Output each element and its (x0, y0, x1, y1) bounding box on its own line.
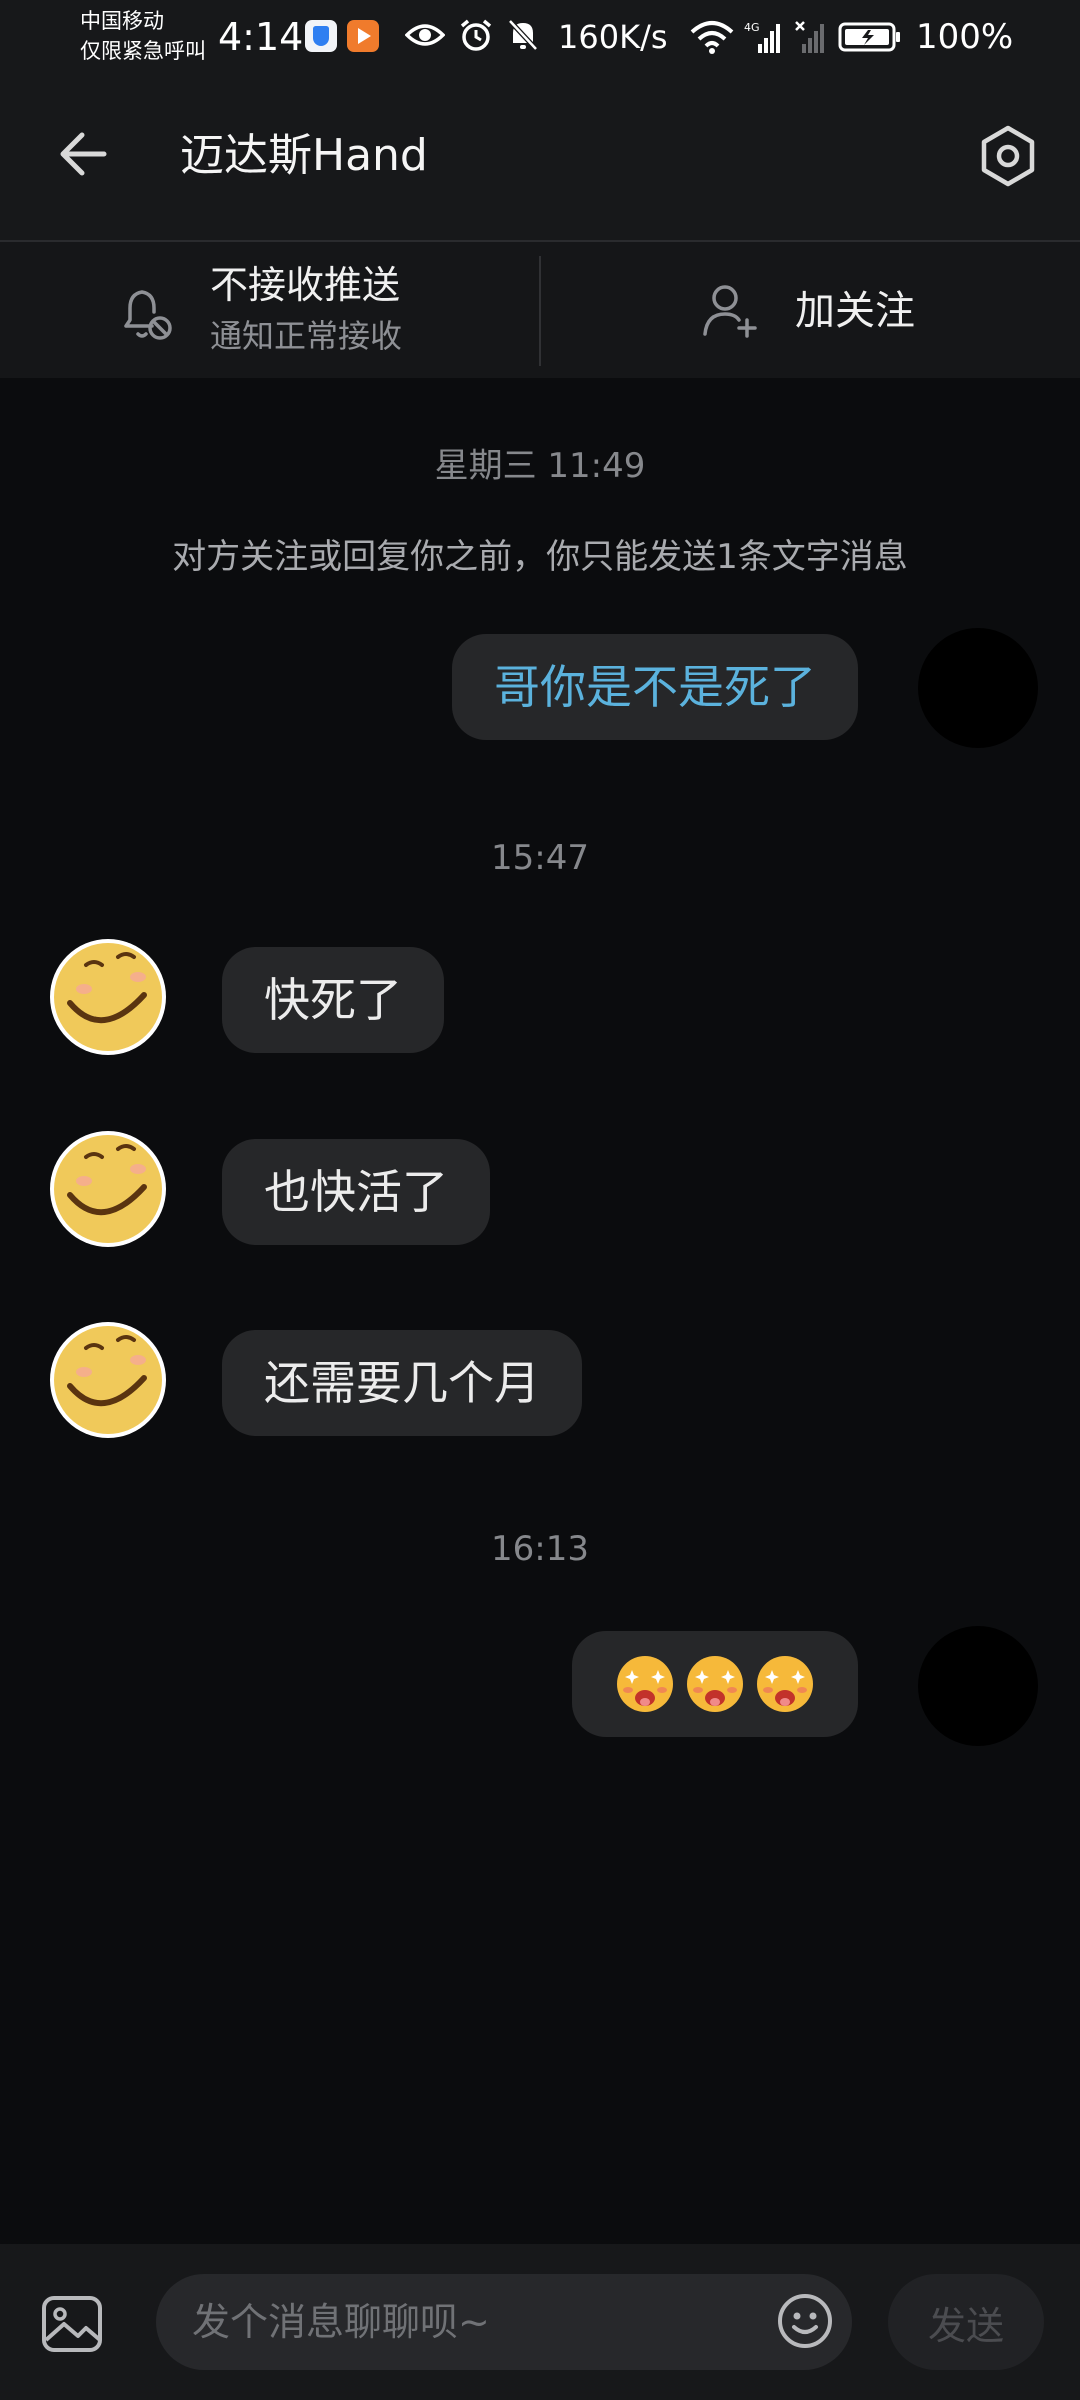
eye-icon (405, 24, 445, 46)
page-title: 迈达斯Hand (180, 130, 428, 181)
message-bubble-sent[interactable]: 哥你是不是死了 (452, 634, 858, 740)
status-icons (405, 10, 539, 60)
network-speed: 160K/s (558, 18, 668, 56)
messaging-limit-notice: 对方关注或回复你之前，你只能发送1条文字消息 (172, 537, 908, 577)
send-button[interactable]: 发送 (888, 2274, 1044, 2370)
alarm-icon (460, 19, 492, 51)
message-timestamp: 16:13 (491, 1529, 589, 1569)
bell-off-icon (124, 290, 172, 340)
contact-avatar[interactable] (48, 1129, 168, 1249)
emoji-message-bubble[interactable] (572, 1631, 858, 1737)
carrier-info: 中国移动 仅限紧急呼叫 (80, 6, 206, 66)
star-eyes-emoji (617, 1656, 673, 1712)
back-button[interactable] (54, 124, 114, 184)
connectivity-icons: 4G (690, 12, 902, 62)
my-avatar[interactable] (918, 1626, 1038, 1746)
follow-label: 加关注 (795, 288, 915, 334)
emergency-only-text: 仅限紧急呼叫 (80, 39, 206, 63)
my-avatar[interactable] (918, 628, 1038, 748)
follow-button[interactable]: 加关注 (541, 242, 1080, 378)
arrow-left-icon (60, 132, 107, 176)
hexagon-settings-icon (981, 125, 1035, 187)
emoji-button[interactable] (776, 2292, 834, 2350)
message-input[interactable] (156, 2274, 852, 2370)
status-bar: 中国移动 仅限紧急呼叫 4:14 160K/s 4G 100% (0, 0, 1080, 76)
video-app-icon (347, 20, 379, 52)
mute-bell-icon (508, 19, 538, 51)
star-eyes-emoji (687, 1656, 743, 1712)
push-setting-label: 不接收推送 (210, 263, 401, 307)
star-eyes-emoji (757, 1656, 813, 1712)
network-type-label: 4G (744, 21, 760, 34)
push-setting-subtitle: 通知正常接收 (210, 317, 403, 355)
battery-percentage: 100% (916, 17, 1014, 57)
battery-icon (838, 22, 900, 52)
smiley-icon (778, 2294, 832, 2348)
message-bubble-received[interactable]: 也快活了 (222, 1139, 490, 1245)
contact-avatar[interactable] (48, 1320, 168, 1440)
settings-button[interactable] (974, 122, 1042, 190)
clock: 4:14 (218, 15, 304, 59)
shield-app-icon (305, 20, 337, 52)
signal-icon: 4G (744, 21, 780, 53)
message-input-bar: 发送 (0, 2244, 1080, 2400)
emoji-row (614, 1654, 816, 1714)
chat-header: 迈达斯Hand (0, 76, 1080, 240)
wifi-icon (690, 21, 734, 54)
push-setting-button[interactable]: 不接收推送 通知正常接收 (0, 242, 540, 378)
message-bubble-received[interactable]: 快死了 (222, 947, 444, 1053)
message-bubble-received[interactable]: 还需要几个月 (222, 1330, 582, 1436)
contact-avatar[interactable] (48, 937, 168, 1057)
message-text: 哥你是不是死了 (494, 660, 816, 714)
action-bar: 不接收推送 通知正常接收 加关注 (0, 242, 1080, 378)
message-timestamp: 15:47 (491, 838, 589, 878)
carrier-name: 中国移动 (80, 9, 164, 33)
image-picker-button[interactable] (40, 2292, 104, 2356)
add-user-icon (703, 285, 757, 338)
image-icon (42, 2296, 102, 2352)
no-signal-icon (795, 21, 824, 53)
message-timestamp: 星期三 11:49 (434, 446, 646, 486)
